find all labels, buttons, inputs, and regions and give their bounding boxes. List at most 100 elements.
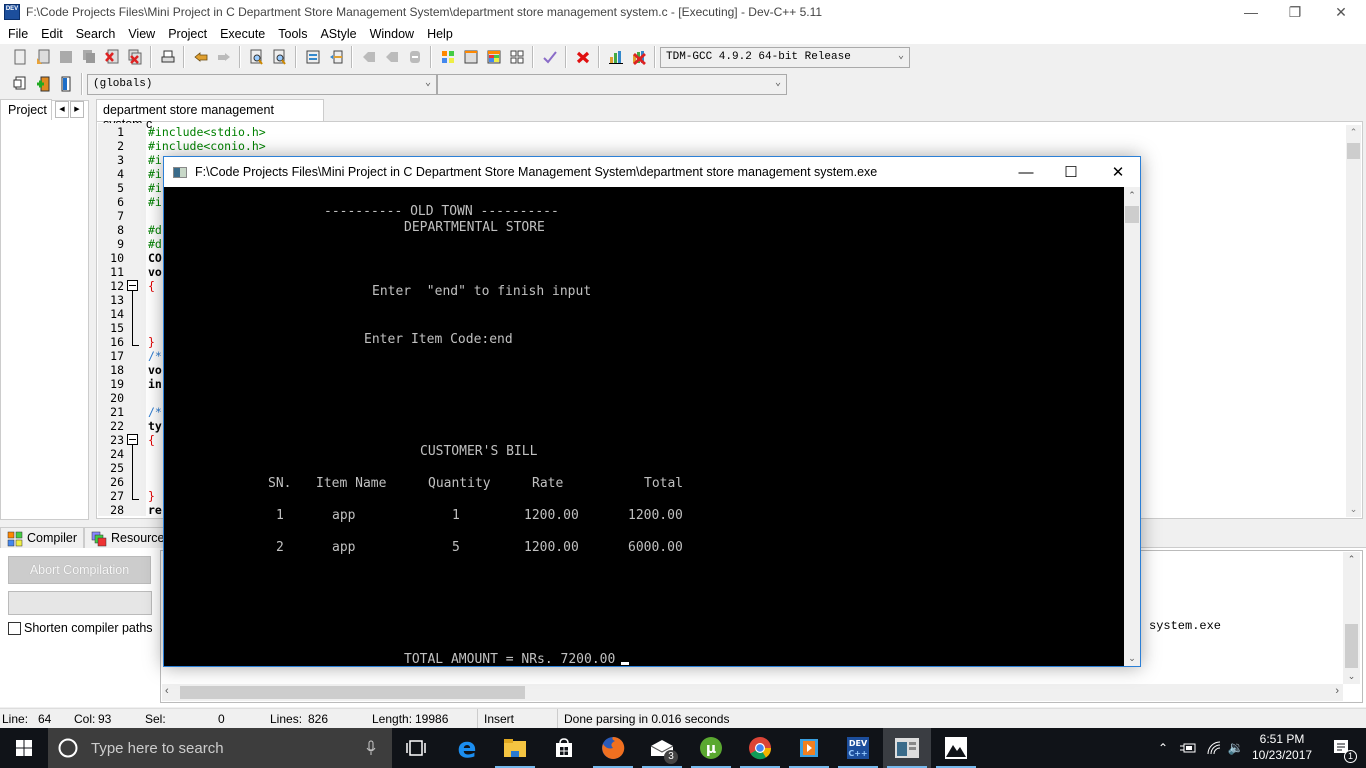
delete-profile-button[interactable] (628, 46, 650, 68)
syntax-check-button[interactable] (539, 46, 561, 68)
bill-row-sn: 1 (276, 508, 284, 523)
tab-project[interactable]: Project (0, 99, 52, 120)
scroll-right-icon[interactable]: › (1335, 685, 1339, 697)
bookmark-button[interactable] (404, 46, 426, 68)
menu-file[interactable]: File (2, 27, 35, 41)
insert-button[interactable] (9, 73, 31, 95)
taskbar-chrome[interactable] (736, 728, 784, 768)
redo-button[interactable] (213, 46, 235, 68)
scroll-up-icon[interactable]: ⌃ (1343, 554, 1360, 565)
goto-next-button[interactable] (381, 46, 403, 68)
print-button[interactable] (157, 46, 179, 68)
scroll-up-icon[interactable]: ⌃ (1124, 190, 1140, 201)
close-all-button[interactable] (124, 46, 146, 68)
log-scroll-thumb[interactable] (1345, 624, 1358, 668)
taskbar-mail[interactable]: 3 (638, 728, 686, 768)
action-center-button[interactable]: 1 (1318, 728, 1366, 768)
unindent-button[interactable] (325, 46, 347, 68)
replace-icon (273, 49, 286, 65)
taskbar-file-explorer[interactable] (491, 728, 539, 768)
console-maximize-button[interactable]: ☐ (1048, 157, 1094, 187)
scroll-up-icon[interactable]: ⌃ (1346, 127, 1361, 138)
menu-view[interactable]: View (122, 27, 162, 41)
editor-tab-file[interactable]: department store management system.c (96, 99, 324, 131)
taskbar-edge[interactable]: e (443, 728, 491, 768)
scroll-down-icon[interactable]: ⌄ (1124, 653, 1140, 664)
toggle-bookmark-button[interactable] (32, 73, 54, 95)
taskbar-firefox[interactable] (589, 728, 637, 768)
taskbar-store[interactable] (540, 728, 588, 768)
console-title-bar[interactable]: F:\Code Projects Files\Mini Project in C… (164, 157, 1140, 187)
close-file-button[interactable] (101, 46, 123, 68)
fold-toggle-icon[interactable] (127, 434, 138, 445)
goto-previous-button[interactable] (358, 46, 380, 68)
scope-select[interactable]: (globals) ⌄ (87, 73, 437, 95)
taskbar-photos[interactable] (932, 728, 980, 768)
scroll-down-icon[interactable]: ⌄ (1343, 671, 1360, 682)
save-button[interactable] (55, 46, 77, 68)
new-file-button[interactable] (9, 46, 31, 68)
menu-tools[interactable]: Tools (272, 27, 314, 41)
minimize-button[interactable]: — (1228, 0, 1274, 24)
menu-window[interactable]: Window (364, 27, 421, 41)
editor-vertical-scrollbar[interactable]: ⌃ ⌄ (1346, 125, 1361, 517)
close-button[interactable]: ✕ (1318, 0, 1364, 24)
show-hidden-icons-button[interactable]: ⌃ (1153, 728, 1173, 768)
start-button[interactable] (0, 728, 48, 768)
console-output[interactable] (164, 187, 1124, 666)
class-toolbar: (globals) ⌄ ⌄ (8, 72, 787, 96)
svg-text:DEV: DEV (849, 739, 868, 748)
network-tray-button[interactable] (1203, 728, 1225, 768)
menu-project[interactable]: Project (162, 27, 214, 41)
menu-execute[interactable]: Execute (214, 27, 272, 41)
taskbar-console-window[interactable] (883, 728, 931, 768)
taskbar-devcpp[interactable]: DEV C++ (834, 728, 882, 768)
code-line: } (148, 489, 155, 503)
menu-search[interactable]: Search (70, 27, 123, 41)
restore-button[interactable]: ❐ (1272, 0, 1318, 24)
shorten-compiler-paths-checkbox[interactable] (8, 622, 21, 635)
task-view-button[interactable] (392, 728, 440, 768)
menu-help[interactable]: Help (421, 27, 460, 41)
tab-scroll-left-button[interactable]: ◀ (55, 101, 69, 118)
taskbar-utorrent[interactable]: μ (687, 728, 735, 768)
fold-toggle-icon[interactable] (127, 280, 138, 291)
taskbar-clock[interactable]: 6:51 PM 10/23/2017 (1252, 731, 1312, 763)
save-all-button[interactable] (78, 46, 100, 68)
menu-astyle[interactable]: AStyle (314, 27, 363, 41)
replace-button[interactable] (269, 46, 291, 68)
function-select[interactable]: ⌄ (437, 73, 787, 95)
abort-compilation-button[interactable]: Abort Compilation (8, 556, 151, 584)
console-minimize-button[interactable]: — (1003, 157, 1049, 187)
log-horizontal-scrollbar[interactable]: ‹ › (162, 684, 1343, 701)
compile-run-button[interactable] (483, 46, 505, 68)
scroll-left-icon[interactable]: ‹ (165, 685, 169, 697)
menu-edit[interactable]: Edit (35, 27, 70, 41)
find-button[interactable] (246, 46, 268, 68)
volume-tray-button[interactable]: 🔉 (1225, 728, 1247, 768)
compiler-select[interactable]: TDM-GCC 4.9.2 64-bit Release ⌄ (660, 46, 910, 68)
taskbar-media-player[interactable] (785, 728, 833, 768)
stop-execution-button[interactable] (572, 46, 594, 68)
console-close-button[interactable]: ✕ (1095, 157, 1141, 187)
console-vertical-scrollbar[interactable]: ⌃ ⌄ (1124, 187, 1140, 666)
rebuild-all-button[interactable] (506, 46, 528, 68)
console-scroll-thumb[interactable] (1125, 206, 1139, 223)
log-hscroll-thumb[interactable] (180, 686, 525, 699)
indent-button[interactable] (302, 46, 324, 68)
log-vertical-scrollbar[interactable]: ⌃ ⌄ (1343, 552, 1360, 684)
undo-button[interactable] (190, 46, 212, 68)
goto-bookmark-button[interactable] (55, 73, 77, 95)
compile-button[interactable] (437, 46, 459, 68)
taskbar-search-box[interactable]: Type here to search (48, 728, 392, 768)
power-tray-button[interactable] (1176, 728, 1200, 768)
microphone-icon[interactable] (366, 740, 376, 756)
open-file-button[interactable] (32, 46, 54, 68)
svg-text:μ: μ (706, 741, 716, 757)
editor-scroll-thumb[interactable] (1347, 143, 1360, 159)
run-button[interactable] (460, 46, 482, 68)
profile-button[interactable] (605, 46, 627, 68)
tab-scroll-right-button[interactable]: ▶ (70, 101, 84, 118)
tab-compiler[interactable]: Compiler (0, 527, 85, 548)
scroll-down-icon[interactable]: ⌄ (1346, 504, 1361, 515)
